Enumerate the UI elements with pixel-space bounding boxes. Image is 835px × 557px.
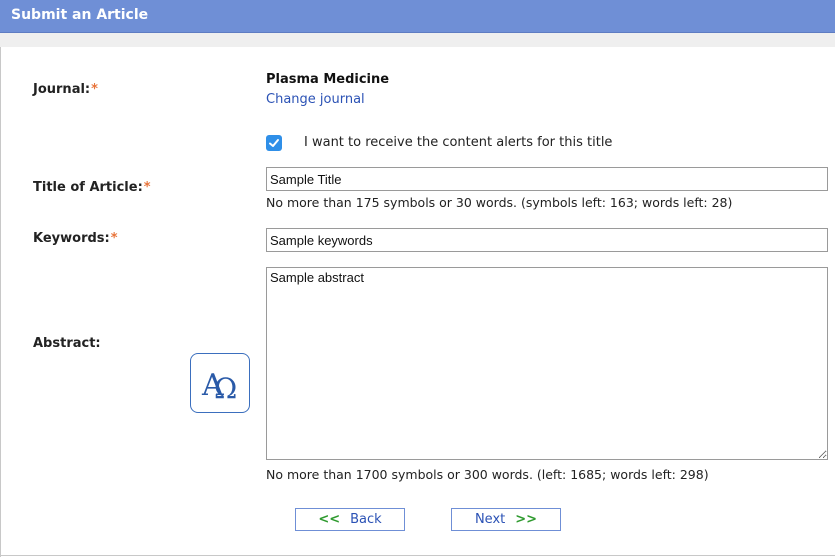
page-title: Submit an Article (11, 7, 149, 23)
abstract-textarea[interactable]: Sample abstract (266, 267, 828, 460)
keywords-label-text: Keywords: (33, 231, 110, 246)
next-button[interactable]: Next >> (451, 508, 561, 531)
journal-label-text: Journal: (33, 82, 91, 97)
next-button-label: Next (474, 512, 506, 527)
change-journal-link[interactable]: Change journal (266, 92, 365, 107)
page-header: Submit an Article (0, 0, 835, 33)
back-button[interactable]: << Back (295, 508, 405, 531)
keywords-label: Keywords:* (33, 231, 118, 246)
special-symbols-button[interactable]: A Ω (190, 353, 250, 413)
title-input[interactable] (266, 167, 828, 191)
alpha-omega-icon: A Ω (201, 368, 237, 405)
header-subbar (0, 33, 835, 47)
frame-bottom-border (0, 555, 835, 556)
double-chevron-right-icon: >> (515, 512, 538, 527)
content-alerts-checkbox[interactable] (266, 135, 282, 151)
svg-text:Ω: Ω (214, 372, 237, 405)
frame-left-border (0, 47, 9, 557)
required-marker: * (91, 82, 98, 97)
journal-name: Plasma Medicine (266, 72, 390, 87)
title-label-text: Title of Article: (33, 180, 143, 195)
abstract-label: Abstract: (33, 336, 101, 351)
title-hint: No more than 175 symbols or 30 words. (s… (266, 195, 733, 210)
keywords-input[interactable] (266, 228, 828, 252)
back-button-label: Back (350, 512, 382, 527)
journal-label: Journal:* (33, 82, 98, 97)
abstract-hint: No more than 1700 symbols or 300 words. … (266, 467, 709, 482)
required-marker: * (110, 231, 118, 246)
abstract-label-text: Abstract: (33, 336, 101, 351)
required-marker: * (143, 180, 151, 195)
title-label: Title of Article:* (33, 180, 151, 195)
double-chevron-left-icon: << (318, 512, 341, 527)
content-alerts-label: I want to receive the content alerts for… (304, 135, 613, 150)
checkmark-icon (269, 139, 279, 147)
